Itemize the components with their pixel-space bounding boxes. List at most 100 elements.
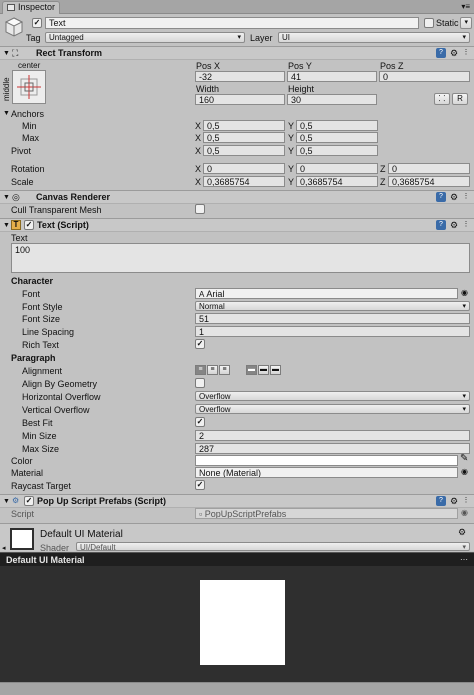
- foldout-icon[interactable]: ▼: [3, 498, 10, 505]
- text-enabled-checkbox[interactable]: ✓: [24, 220, 34, 230]
- align-top-button[interactable]: ▬: [246, 365, 257, 375]
- gear-icon[interactable]: ⚙: [449, 496, 459, 506]
- more-options-icon[interactable]: ⋮: [461, 48, 471, 58]
- font-label: Font: [22, 289, 41, 299]
- scale-x-field[interactable]: 0,3685754: [203, 176, 285, 187]
- more-options-icon[interactable]: ⋮: [461, 496, 471, 506]
- anchor-min-x-field[interactable]: 0,5: [203, 120, 285, 131]
- static-dropdown[interactable]: ▾: [460, 17, 472, 29]
- min-y-letter: Y: [288, 121, 295, 131]
- tab-inspector[interactable]: Inspector: [2, 1, 60, 14]
- pos-z-field[interactable]: 0: [379, 71, 470, 82]
- text-label: Text: [11, 233, 28, 243]
- text-area[interactable]: 100: [11, 243, 470, 273]
- align-middle-button[interactable]: ▬: [258, 365, 269, 375]
- align-by-geometry-checkbox[interactable]: [195, 378, 205, 388]
- anchor-min-y-field[interactable]: 0,5: [296, 120, 378, 131]
- rotation-z-field[interactable]: 0: [388, 163, 470, 174]
- vertical-overflow-dropdown[interactable]: Overflow ▾: [195, 404, 470, 414]
- align-bottom-button[interactable]: ▬: [270, 365, 281, 375]
- canvas-renderer-header[interactable]: ▼ ◎ Canvas Renderer ? ⚙ ⋮: [0, 190, 474, 204]
- foldout-icon[interactable]: ▼: [3, 194, 10, 201]
- static-checkbox[interactable]: [424, 18, 434, 28]
- text-script-header[interactable]: ▼ T ✓ Text (Script) ? ⚙ ⋮: [0, 218, 474, 232]
- tag-dropdown[interactable]: Untagged ▾: [45, 32, 245, 43]
- tab-menu-icon[interactable]: ▾≡: [461, 2, 470, 11]
- font-size-field[interactable]: 51: [195, 313, 470, 324]
- height-field[interactable]: 30: [287, 94, 377, 105]
- material-section: Default UI Material Shader UI/Default ▾ ⚙: [0, 523, 474, 553]
- align-right-button[interactable]: ≡: [219, 365, 230, 375]
- pivot-x-field[interactable]: 0,5: [203, 145, 285, 156]
- align-center-button[interactable]: ≡: [207, 365, 218, 375]
- raw-edit-button[interactable]: R: [452, 93, 468, 105]
- layer-dropdown[interactable]: UI ▾: [278, 32, 470, 43]
- gameobject-name-input[interactable]: Text: [45, 17, 419, 29]
- preview-area[interactable]: [0, 566, 474, 682]
- font-style-dropdown[interactable]: Normal ▾: [195, 301, 470, 311]
- anchor-max-x-field[interactable]: 0,5: [203, 132, 285, 143]
- pos-y-field[interactable]: 41: [287, 71, 377, 82]
- anchor-max-y-field[interactable]: 0,5: [296, 132, 378, 143]
- align-by-geometry-label: Align By Geometry: [22, 379, 98, 389]
- font-object-field[interactable]: A Arial: [195, 288, 458, 299]
- help-book-icon[interactable]: ?: [436, 48, 446, 58]
- vertical-overflow-label: Vertical Overflow: [22, 405, 90, 415]
- more-options-icon[interactable]: ⋮: [461, 192, 471, 202]
- foldout-icon[interactable]: ▼: [3, 50, 10, 57]
- eyedropper-icon[interactable]: ✎: [460, 454, 468, 464]
- width-field[interactable]: 160: [195, 94, 285, 105]
- blueprint-mode-button[interactable]: ⸬: [434, 93, 450, 105]
- material-picker-icon[interactable]: ◉: [461, 467, 468, 477]
- foldout-icon[interactable]: ▼: [3, 222, 10, 229]
- material-object-field[interactable]: None (Material): [195, 467, 458, 478]
- font-style-label: Font Style: [22, 302, 63, 312]
- material-expand-icon[interactable]: ◂: [2, 545, 6, 552]
- anchors-label: Anchors: [11, 109, 45, 119]
- material-gear-icon[interactable]: ⚙: [458, 527, 466, 537]
- gear-icon[interactable]: ⚙: [449, 192, 459, 202]
- horizontal-overflow-value: Overflow: [199, 392, 231, 401]
- horizontal-overflow-dropdown[interactable]: Overflow ▾: [195, 391, 470, 401]
- font-picker-icon[interactable]: ◉: [461, 288, 468, 298]
- material-thumbnail: [10, 528, 34, 550]
- anchor-preset-button[interactable]: [12, 70, 46, 104]
- layer-dropdown-value: UI: [282, 33, 290, 42]
- more-options-icon[interactable]: ⋮: [461, 220, 471, 230]
- color-swatch[interactable]: [195, 455, 458, 466]
- pivot-y-field[interactable]: 0,5: [296, 145, 378, 156]
- chevron-down-icon: ▾: [237, 34, 241, 41]
- pivot-y-letter: Y: [288, 146, 295, 156]
- pos-x-field[interactable]: -32: [195, 71, 285, 82]
- align-left-button[interactable]: ≡: [195, 365, 206, 375]
- gear-icon[interactable]: ⚙: [449, 220, 459, 230]
- pos-z-label: Pos Z: [380, 61, 404, 71]
- preview-header[interactable]: Default UI Material ⋯: [0, 552, 474, 566]
- cull-transparent-mesh-checkbox[interactable]: [195, 204, 205, 214]
- preview-options-icon[interactable]: ⋯: [460, 555, 468, 564]
- rotation-z-letter: Z: [380, 164, 386, 174]
- popup-script-header[interactable]: ▼ ⚙ ✓ Pop Up Script Prefabs (Script) ? ⚙…: [0, 494, 474, 508]
- help-book-icon[interactable]: ?: [436, 192, 446, 202]
- help-book-icon[interactable]: ?: [436, 496, 446, 506]
- scale-z-field[interactable]: 0,3685754: [388, 176, 470, 187]
- anchors-foldout-icon[interactable]: ▼: [3, 109, 10, 119]
- pivot-label: Pivot: [11, 146, 32, 156]
- max-size-field[interactable]: 287: [195, 443, 470, 454]
- help-book-icon[interactable]: ?: [436, 220, 446, 230]
- canvas-renderer-title: Canvas Renderer: [36, 192, 111, 202]
- rotation-y-field[interactable]: 0: [296, 163, 378, 174]
- raycast-target-checkbox[interactable]: ✓: [195, 480, 205, 490]
- rect-transform-header[interactable]: ▼ ⛶ Rect Transform ? ⚙ ⋮: [0, 46, 474, 60]
- gear-icon[interactable]: ⚙: [449, 48, 459, 58]
- chevron-down-icon: ▾: [462, 406, 466, 413]
- min-size-field[interactable]: 2: [195, 430, 470, 441]
- line-spacing-field[interactable]: 1: [195, 326, 470, 337]
- rich-text-checkbox[interactable]: ✓: [195, 339, 205, 349]
- scale-y-field[interactable]: 0,3685754: [296, 176, 378, 187]
- popup-script-enabled-checkbox[interactable]: ✓: [24, 496, 34, 506]
- best-fit-checkbox[interactable]: ✓: [195, 417, 205, 427]
- rotation-x-field[interactable]: 0: [203, 163, 285, 174]
- anchor-preset-icon: [17, 75, 41, 99]
- active-checkbox[interactable]: ✓: [32, 18, 42, 28]
